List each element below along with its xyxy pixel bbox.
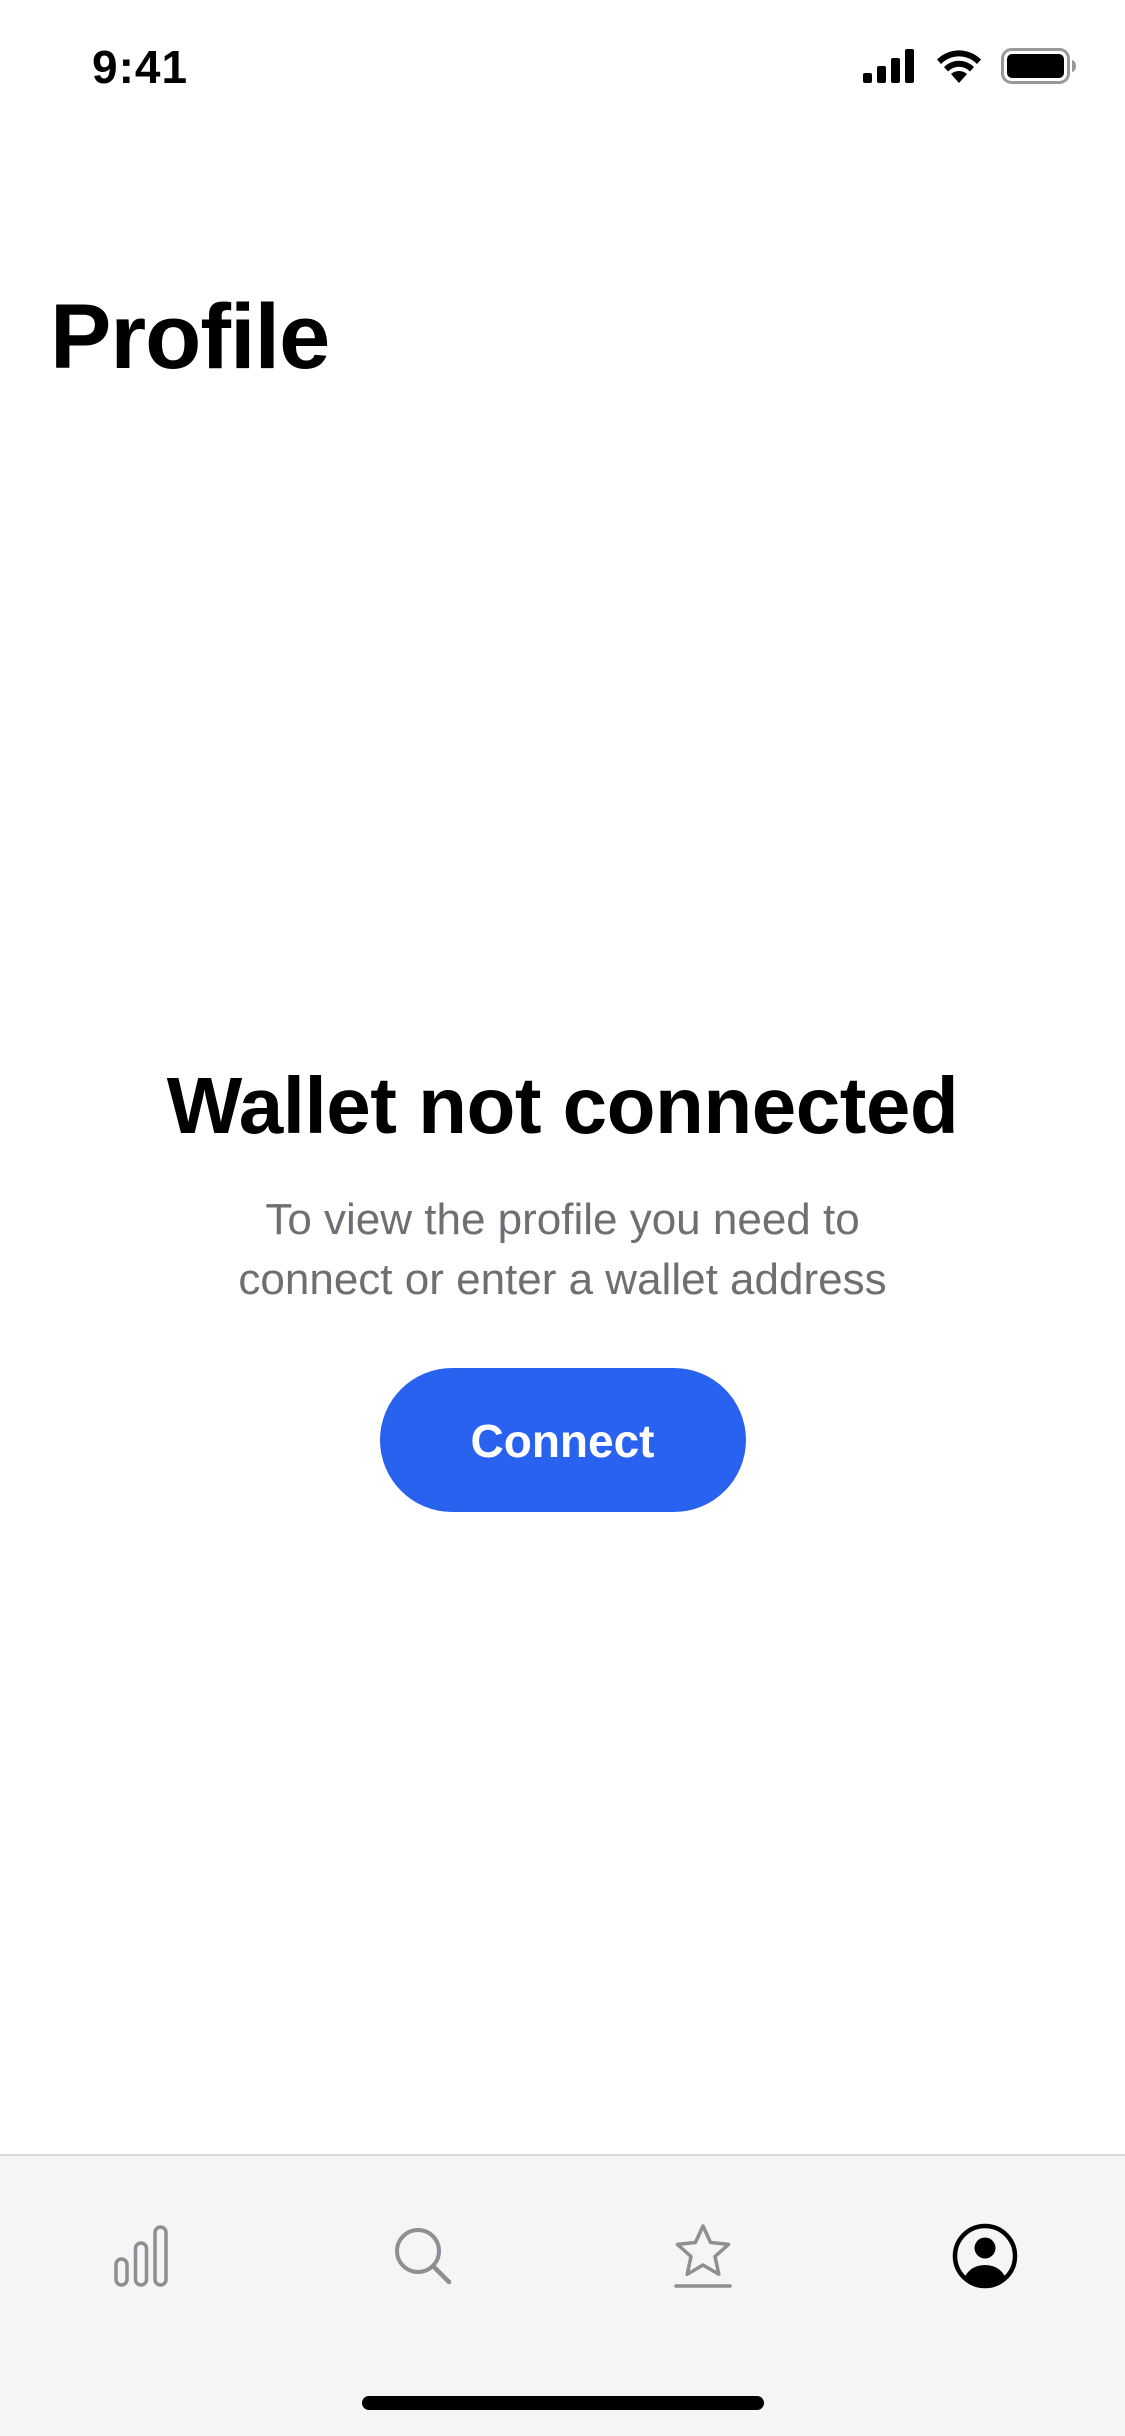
page-title: Profile	[50, 286, 330, 388]
connect-button[interactable]: Connect	[379, 1368, 746, 1512]
tab-stats[interactable]	[81, 2198, 201, 2318]
status-icons	[863, 48, 1077, 84]
description-line-2: connect or enter a wallet address	[238, 1255, 887, 1304]
tab-bar	[0, 2154, 1125, 2436]
bar-chart-icon	[114, 2224, 168, 2292]
description-line-1: To view the profile you need to	[265, 1195, 860, 1244]
empty-state-description: To view the profile you need to connect …	[163, 1190, 963, 1310]
profile-screen: 9:41 Profile Wallet not connected To vie…	[0, 0, 1125, 2436]
cellular-signal-icon	[863, 49, 917, 83]
status-time: 9:41	[92, 41, 189, 93]
tab-favorites[interactable]	[643, 2198, 763, 2318]
star-icon	[673, 2223, 733, 2294]
wifi-icon	[935, 49, 983, 83]
search-icon	[393, 2226, 453, 2291]
tab-profile[interactable]	[925, 2198, 1045, 2318]
profile-icon	[952, 2223, 1018, 2294]
battery-icon	[1001, 48, 1077, 84]
tab-search[interactable]	[363, 2198, 483, 2318]
wallet-empty-state: Wallet not connected To view the profile…	[0, 1060, 1125, 1512]
empty-state-heading: Wallet not connected	[166, 1061, 959, 1150]
status-bar: 9:41	[0, 0, 1125, 132]
home-indicator	[362, 2396, 764, 2410]
